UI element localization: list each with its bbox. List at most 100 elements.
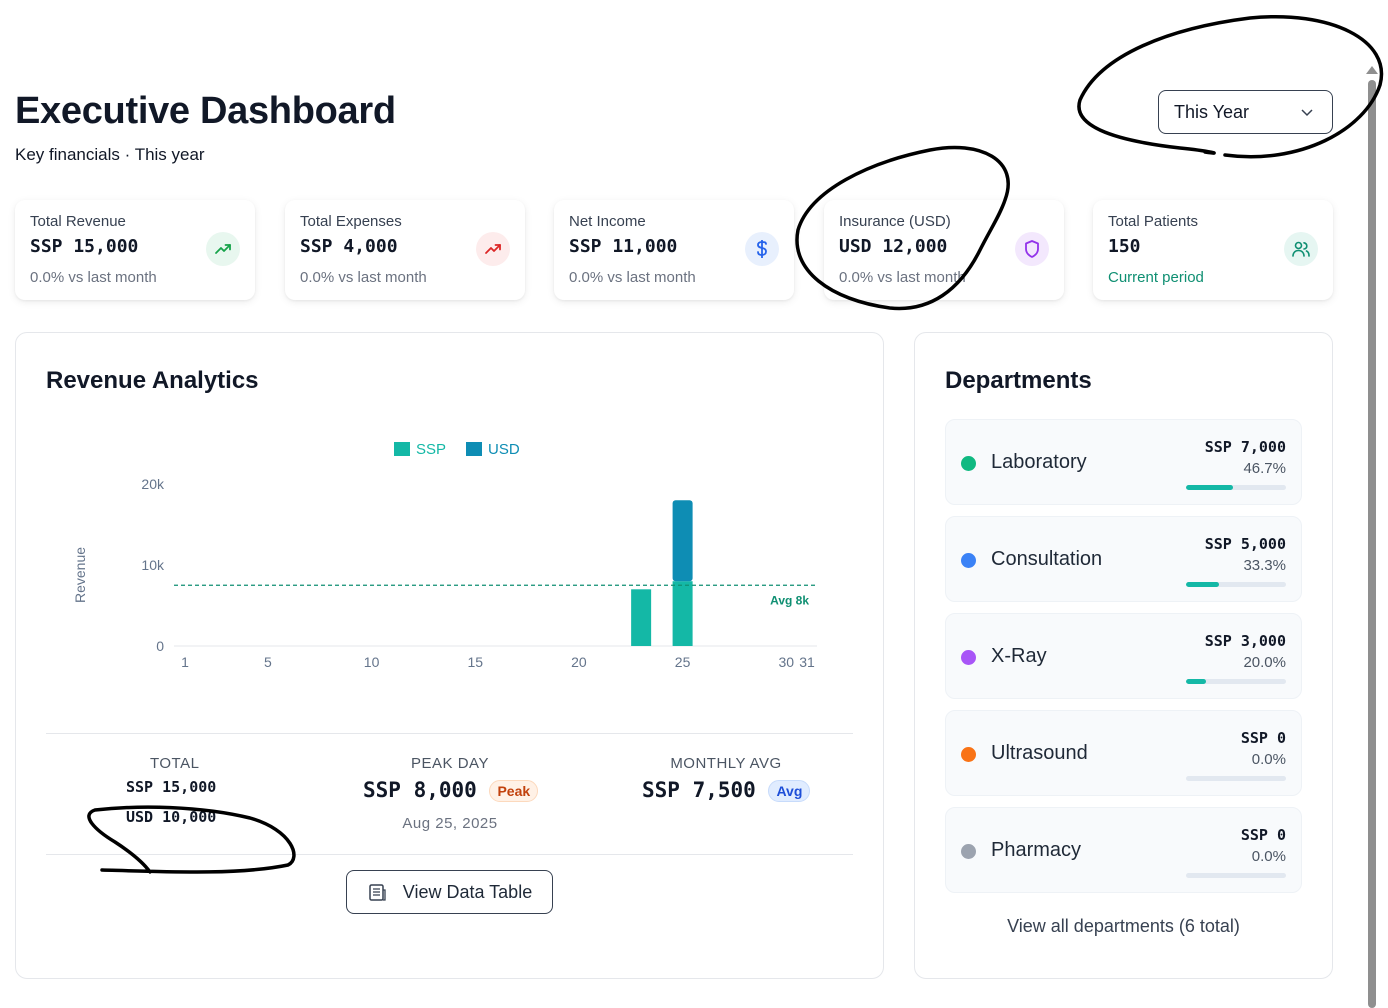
- department-color-dot: [961, 456, 976, 471]
- department-amount: SSP 0: [1240, 826, 1286, 844]
- trending-up-icon: [206, 232, 240, 266]
- legend-label-ssp: SSP: [416, 441, 446, 458]
- department-name: Consultation: [991, 548, 1103, 570]
- page-subtitle: Key financials · This year: [15, 145, 205, 164]
- dollar-icon: [745, 232, 779, 266]
- departments-panel: Departments Laboratory SSP 7,000 46.7% C…: [914, 332, 1333, 979]
- x-tick-label: 30: [778, 654, 794, 670]
- kpi-card-net-income: Net Income SSP 11,000 0.0% vs last month: [554, 200, 794, 300]
- kpi-card-total-patients: Total Patients 150 Current period: [1093, 200, 1333, 300]
- department-name: Ultrasound: [991, 742, 1088, 764]
- table-icon: [369, 884, 386, 901]
- department-amount: SSP 0: [1240, 729, 1286, 747]
- kpi-label: Insurance (USD): [839, 213, 951, 230]
- department-color-dot: [961, 650, 976, 665]
- department-share-bar: [1186, 582, 1286, 587]
- y-tick-label: 0: [156, 638, 164, 654]
- trending-up-icon: [476, 232, 510, 266]
- y-tick-label: 10k: [141, 557, 165, 573]
- department-share-bar: [1186, 873, 1286, 878]
- department-share-bar-fill: [1186, 582, 1220, 587]
- period-select[interactable]: This Year: [1158, 90, 1333, 134]
- department-share-bar-fill: [1186, 485, 1233, 490]
- kpi-label: Net Income: [569, 213, 646, 230]
- x-tick-label: 25: [675, 654, 691, 670]
- department-percent: 20.0%: [1243, 654, 1286, 671]
- total-usd-value: USD 10,000: [126, 808, 217, 826]
- scrollbar-thumb[interactable]: [1368, 80, 1376, 1008]
- avg-badge: Avg: [768, 780, 811, 802]
- bar-ssp-day-23: [631, 589, 652, 646]
- bar-usd-day-25: [672, 500, 693, 582]
- department-percent: 0.0%: [1251, 848, 1286, 865]
- department-share-bar: [1186, 679, 1286, 684]
- department-share-bar: [1186, 776, 1286, 781]
- kpi-change: 0.0% vs last month: [569, 269, 696, 286]
- department-item-consultation[interactable]: Consultation SSP 5,000 33.3%: [945, 516, 1302, 602]
- total-ssp-value: SSP 15,000: [126, 778, 217, 796]
- department-color-dot: [961, 844, 976, 859]
- kpi-change: 0.0% vs last month: [300, 269, 427, 286]
- kpi-label: Total Expenses: [300, 213, 402, 230]
- view-data-table-label: View Data Table: [402, 881, 533, 902]
- legend-label-usd: USD: [488, 441, 520, 458]
- bar-ssp-day-25: [672, 581, 693, 646]
- department-item-x-ray[interactable]: X-Ray SSP 3,000 20.0%: [945, 613, 1302, 699]
- department-percent: 46.7%: [1243, 460, 1286, 477]
- x-tick-label: 15: [467, 654, 483, 670]
- department-share-bar: [1186, 485, 1286, 490]
- kpi-change: 0.0% vs last month: [30, 269, 157, 286]
- kpi-change: 0.0% vs last month: [839, 269, 966, 286]
- department-item-ultrasound[interactable]: Ultrasound SSP 0 0.0%: [945, 710, 1302, 796]
- x-tick-label: 1: [181, 654, 189, 670]
- kpi-change: Current period: [1108, 269, 1204, 286]
- department-name: Laboratory: [991, 451, 1087, 473]
- departments-title: Departments: [945, 367, 1092, 394]
- period-select-value: This Year: [1174, 101, 1250, 122]
- department-percent: 0.0%: [1251, 751, 1286, 768]
- average-line-label: Avg 8k: [770, 593, 809, 607]
- summary-divider-top: [46, 733, 853, 734]
- x-tick-label: 5: [264, 654, 272, 670]
- monthly-avg-amount: SSP 7,500: [642, 778, 756, 802]
- department-amount: SSP 3,000: [1204, 632, 1286, 650]
- department-amount: SSP 7,000: [1204, 438, 1286, 456]
- kpi-label: Total Patients: [1108, 213, 1199, 230]
- department-item-pharmacy[interactable]: Pharmacy SSP 0 0.0%: [945, 807, 1302, 893]
- department-name: X-Ray: [991, 645, 1047, 667]
- users-icon: [1284, 232, 1318, 266]
- kpi-card-total-expenses: Total Expenses SSP 4,000 0.0% vs last mo…: [285, 200, 525, 300]
- legend-swatch-ssp: [394, 442, 410, 456]
- kpi-label: Total Revenue: [30, 213, 126, 230]
- department-amount: SSP 5,000: [1204, 535, 1286, 553]
- monthly-avg-label: MONTHLY AVG: [670, 755, 782, 772]
- peak-badge: Peak: [489, 780, 539, 802]
- x-tick-label: 31: [799, 654, 815, 670]
- peak-day-amount: SSP 8,000: [363, 778, 477, 802]
- chevron-down-icon: [1301, 109, 1313, 117]
- department-share-bar-fill: [1186, 679, 1206, 684]
- y-tick-label: 20k: [141, 476, 165, 492]
- total-label: TOTAL: [150, 755, 200, 772]
- view-data-table-button[interactable]: View Data Table: [346, 870, 553, 914]
- view-all-departments-link[interactable]: View all departments (6 total): [915, 916, 1332, 937]
- department-color-dot: [961, 747, 976, 762]
- summary-divider-bottom: [46, 854, 853, 855]
- department-percent: 33.3%: [1243, 557, 1286, 574]
- x-tick-label: 20: [571, 654, 587, 670]
- department-item-laboratory[interactable]: Laboratory SSP 7,000 46.7%: [945, 419, 1302, 505]
- peak-day-date: Aug 25, 2025: [402, 815, 498, 832]
- kpi-card-insurance-usd: Insurance (USD) USD 12,000 0.0% vs last …: [824, 200, 1064, 300]
- monthly-avg-value: SSP 7,500 Avg: [642, 778, 811, 802]
- department-name: Pharmacy: [991, 839, 1082, 861]
- peak-day-label: PEAK DAY: [411, 755, 489, 772]
- department-color-dot: [961, 553, 976, 568]
- kpi-card-total-revenue: Total Revenue SSP 15,000 0.0% vs last mo…: [15, 200, 255, 300]
- revenue-analytics-panel: Revenue Analytics SSP USD Revenue 0 10k 20k 1 5…: [15, 332, 884, 979]
- annotation-circle-period: [1077, 15, 1384, 159]
- page-title: Executive Dashboard: [15, 90, 396, 132]
- x-tick-label: 10: [364, 654, 380, 670]
- legend-swatch-usd: [466, 442, 482, 456]
- scroll-up-arrow[interactable]: [1366, 66, 1378, 74]
- peak-day-value: SSP 8,000 Peak: [363, 778, 539, 802]
